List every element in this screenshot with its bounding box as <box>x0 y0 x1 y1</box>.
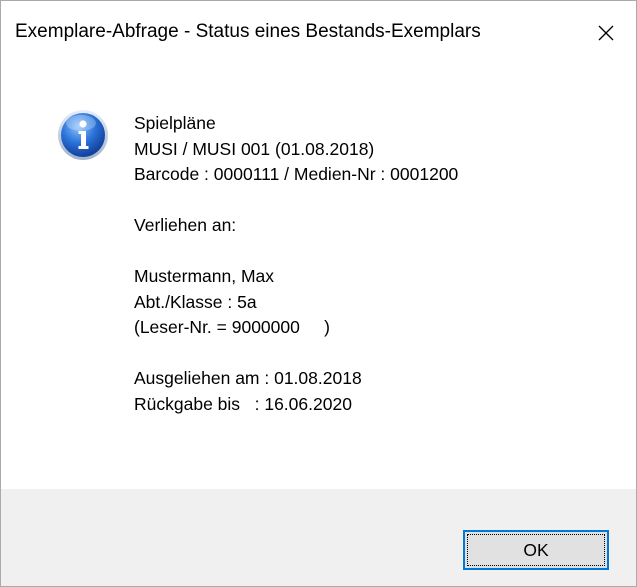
message-line: Ausgeliehen am : 01.08.2018 <box>134 368 362 388</box>
message-line: MUSI / MUSI 001 (01.08.2018) <box>134 138 375 159</box>
info-icon <box>58 110 108 160</box>
message-line <box>134 239 458 265</box>
message-line <box>134 188 458 214</box>
message-line: Mustermann, Max <box>134 266 275 286</box>
close-icon <box>598 25 614 41</box>
message-line: Rückgabe bis : 16.06.2020 <box>134 393 352 414</box>
ok-button[interactable]: OK <box>463 530 609 570</box>
message-line <box>134 341 458 367</box>
window-title: Exemplare-Abfrage - Status eines Bestand… <box>15 21 481 42</box>
message-line: Barcode : 0000111 / Medien-Nr : 0001200 <box>134 164 459 184</box>
message-line: Verliehen an: <box>134 215 237 235</box>
ok-button-label: OK <box>523 539 549 560</box>
message-dialog: Exemplare-Abfrage - Status eines Bestand… <box>0 0 637 587</box>
message-line: Spielpläne <box>134 113 216 133</box>
title-bar[interactable]: Exemplare-Abfrage - Status eines Bestand… <box>1 1 636 65</box>
message-line: (Leser-Nr. = 9000000 ) <box>134 317 331 337</box>
message-line: Abt./Klasse : 5a <box>134 291 257 312</box>
message-text: Spielpläne MUSI / MUSI 001 (01.08.2018) Ba… <box>134 111 458 417</box>
close-button[interactable] <box>576 1 636 65</box>
